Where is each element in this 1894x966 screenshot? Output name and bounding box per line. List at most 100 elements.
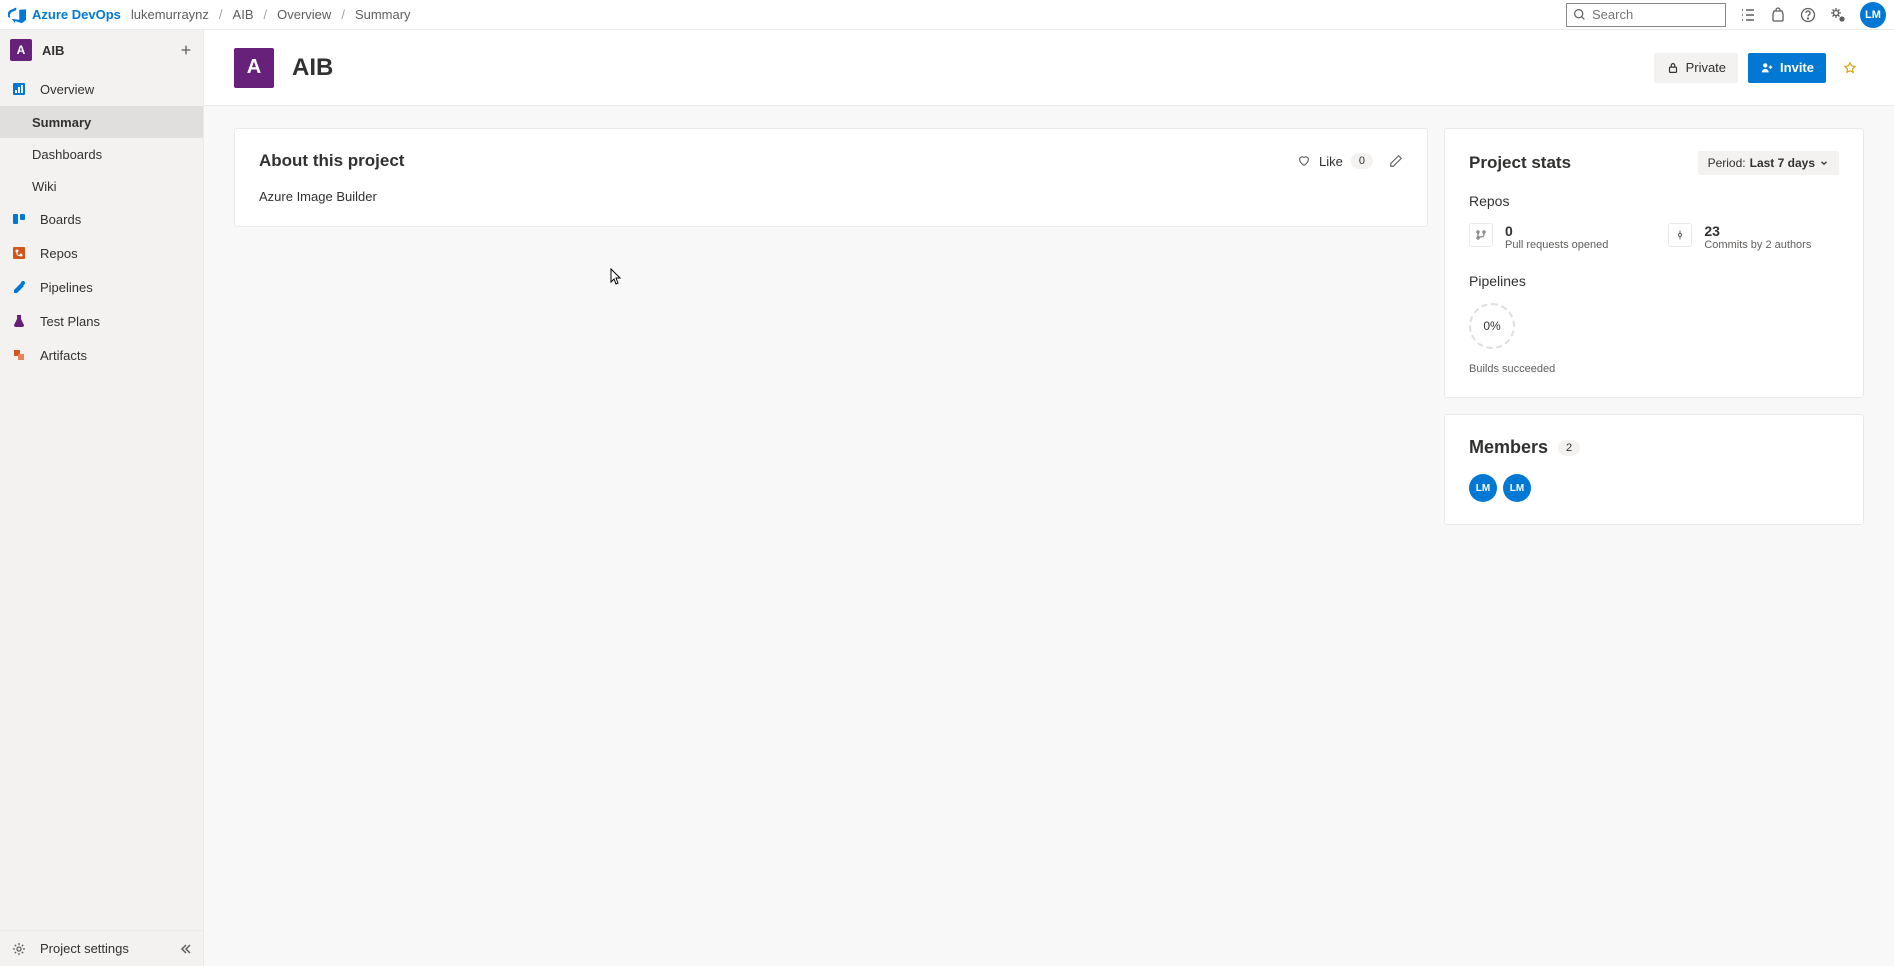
brand-link[interactable]: Azure DevOps <box>8 6 131 24</box>
pipeline-desc: Builds succeeded <box>1469 363 1839 375</box>
edit-icon[interactable] <box>1389 154 1403 168</box>
repo-stats-row: 0 Pull requests opened 23 Commits by 2 a… <box>1469 223 1839 251</box>
period-value: Last 7 days <box>1750 156 1815 170</box>
nav-label: Boards <box>40 212 81 227</box>
breadcrumb-sep: / <box>219 7 223 22</box>
branch-icon <box>1469 223 1493 247</box>
btn-label: Private <box>1686 60 1726 75</box>
breadcrumb: lukemurraynz / AIB / Overview / Summary <box>131 7 411 22</box>
pipelines-icon <box>10 278 28 296</box>
page-title: AIB <box>292 54 333 82</box>
lock-icon <box>1666 61 1680 75</box>
card-actions: Like 0 <box>1297 153 1403 169</box>
members-count: 2 <box>1558 440 1580 456</box>
pr-stat: 0 Pull requests opened <box>1469 223 1608 251</box>
top-right-actions: LM <box>1566 2 1886 28</box>
collapse-icon[interactable] <box>177 941 193 957</box>
content-area: About this project Like 0 Azure Image Bu… <box>204 106 1894 966</box>
commit-icon <box>1668 223 1692 247</box>
commits-value: 23 <box>1704 223 1811 239</box>
help-icon[interactable] <box>1800 7 1816 23</box>
nav-label: Pipelines <box>40 280 93 295</box>
pipeline-percent: 0% <box>1469 303 1515 349</box>
card-header: About this project Like 0 <box>259 151 1403 171</box>
artifacts-icon <box>10 346 28 364</box>
stats-card: Project stats Period: Last 7 days Repos <box>1444 128 1864 398</box>
invite-icon <box>1760 61 1774 75</box>
member-avatar[interactable]: LM <box>1503 474 1531 502</box>
about-card: About this project Like 0 Azure Image Bu… <box>234 128 1428 227</box>
repos-icon <box>10 244 28 262</box>
nav-label: Artifacts <box>40 348 87 363</box>
sidebar-item-summary[interactable]: Summary <box>0 106 203 138</box>
marketplace-icon[interactable] <box>1770 7 1786 23</box>
project-badge: A <box>10 39 32 61</box>
nav-list: Overview Summary Dashboards Wiki Boards … <box>0 70 203 372</box>
repos-label: Repos <box>1469 193 1839 209</box>
page-header: A AIB Private Invite <box>204 30 1894 106</box>
stats-title: Project stats <box>1469 153 1571 173</box>
sidebar-project-header[interactable]: A AIB <box>0 30 203 70</box>
sidebar-item-wiki[interactable]: Wiki <box>0 170 203 202</box>
about-body: Azure Image Builder <box>259 189 1403 204</box>
commits-stat: 23 Commits by 2 authors <box>1668 223 1811 251</box>
sidebar-item-boards[interactable]: Boards <box>0 202 203 236</box>
azure-devops-icon <box>8 6 26 24</box>
breadcrumb-sep: / <box>341 7 345 22</box>
btn-label: Invite <box>1780 60 1814 75</box>
nav-label: Test Plans <box>40 314 100 329</box>
sidebar-item-dashboards[interactable]: Dashboards <box>0 138 203 170</box>
members-title: Members <box>1469 437 1548 458</box>
invite-button[interactable]: Invite <box>1748 53 1826 83</box>
nav-label: Summary <box>32 115 91 130</box>
page-badge: A <box>234 48 274 88</box>
members-header: Members 2 <box>1469 437 1839 458</box>
project-name: AIB <box>42 43 169 58</box>
pr-desc: Pull requests opened <box>1505 239 1608 251</box>
member-avatar[interactable]: LM <box>1469 474 1497 502</box>
chevron-down-icon <box>1819 158 1829 168</box>
search-box[interactable] <box>1566 3 1726 27</box>
settings-icon[interactable] <box>1830 7 1846 23</box>
card-header: Project stats Period: Last 7 days <box>1469 151 1839 175</box>
footer-label: Project settings <box>40 941 129 956</box>
search-input[interactable] <box>1592 7 1719 22</box>
like-count: 0 <box>1351 153 1373 169</box>
breadcrumb-org[interactable]: lukemurraynz <box>131 7 209 22</box>
members-card: Members 2 LM LM <box>1444 414 1864 525</box>
nav-label: Wiki <box>32 179 57 194</box>
user-avatar[interactable]: LM <box>1860 2 1886 28</box>
sidebar-item-testplans[interactable]: Test Plans <box>0 304 203 338</box>
brand-text: Azure DevOps <box>32 7 121 22</box>
sidebar-item-repos[interactable]: Repos <box>0 236 203 270</box>
sidebar-item-pipelines[interactable]: Pipelines <box>0 270 203 304</box>
about-title: About this project <box>259 151 404 171</box>
commits-desc: Commits by 2 authors <box>1704 239 1811 251</box>
overview-icon <box>10 80 28 98</box>
nav-label: Dashboards <box>32 147 102 162</box>
like-button[interactable]: Like 0 <box>1297 153 1373 169</box>
sidebar-item-artifacts[interactable]: Artifacts <box>0 338 203 372</box>
star-icon <box>1843 61 1857 75</box>
sidebar-item-overview[interactable]: Overview <box>0 72 203 106</box>
boards-icon <box>10 210 28 228</box>
sidebar-footer[interactable]: Project settings <box>0 930 203 966</box>
breadcrumb-page[interactable]: Summary <box>355 7 411 22</box>
favorite-button[interactable] <box>1836 54 1864 82</box>
nav-label: Repos <box>40 246 78 261</box>
nav-label: Overview <box>40 82 94 97</box>
plus-icon[interactable] <box>179 43 193 57</box>
breadcrumb-project[interactable]: AIB <box>233 7 254 22</box>
work-items-icon[interactable] <box>1740 7 1756 23</box>
search-icon <box>1573 8 1586 21</box>
breadcrumb-section[interactable]: Overview <box>277 7 331 22</box>
period-label: Period: <box>1708 156 1746 170</box>
testplans-icon <box>10 312 28 330</box>
top-header: Azure DevOps lukemurraynz / AIB / Overvi… <box>0 0 1894 30</box>
gear-icon <box>10 940 28 958</box>
private-button[interactable]: Private <box>1654 53 1738 83</box>
member-list: LM LM <box>1469 474 1839 502</box>
right-column: Project stats Period: Last 7 days Repos <box>1444 128 1864 944</box>
heart-icon <box>1297 154 1311 168</box>
period-selector[interactable]: Period: Last 7 days <box>1698 151 1839 175</box>
